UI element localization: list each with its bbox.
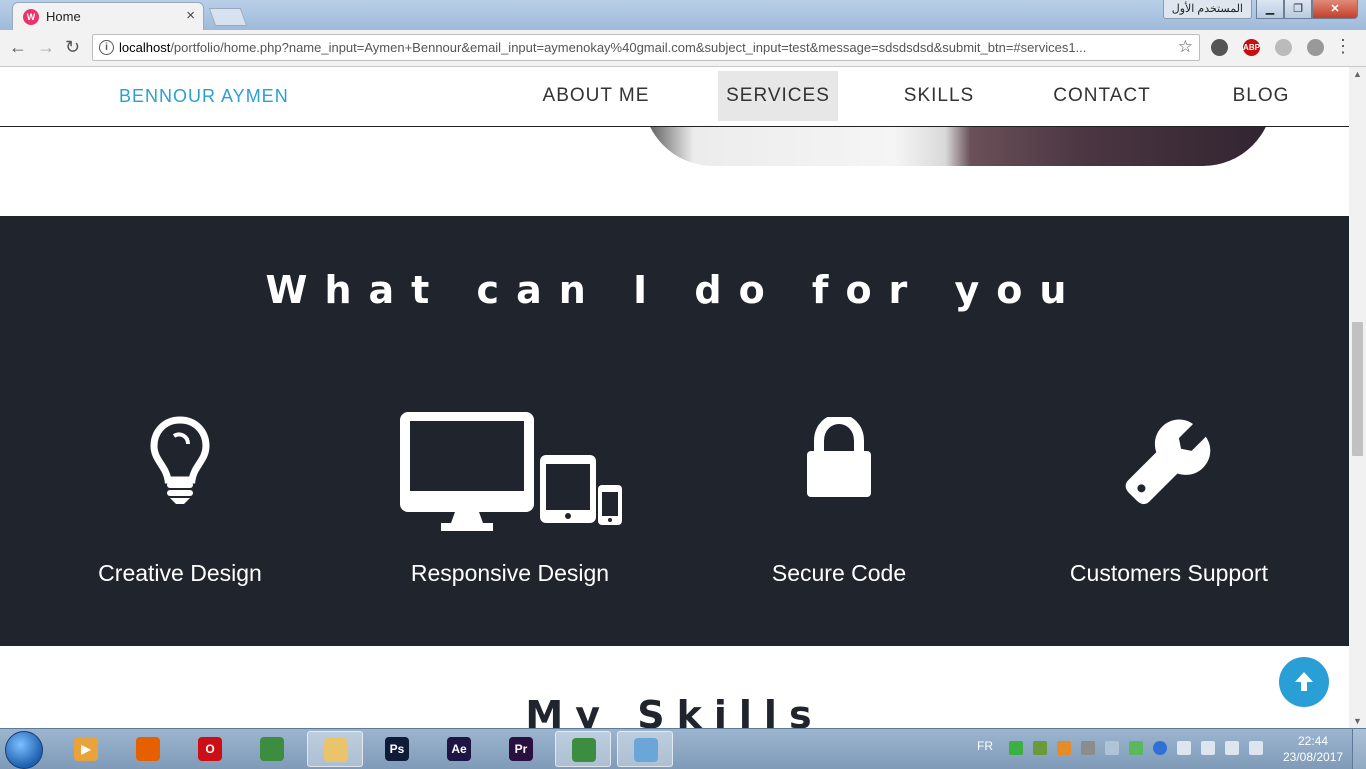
tray-link-icon[interactable] [1105,741,1119,755]
clock-time: 22:44 [1297,734,1329,748]
user-profile-badge[interactable]: المستخدم الأول [1162,0,1252,19]
services-section: What can I do for you Creative Design Re… [0,216,1349,646]
arrow-up-icon [1295,672,1313,691]
new-tab-button[interactable] [208,8,248,26]
signal-icon[interactable] [1201,741,1215,755]
tray-app-icon[interactable] [1009,741,1023,755]
taskbar-app-opera[interactable]: O [182,731,238,767]
windows-taskbar: ▶ O Ps Ae Pr FR 22:44 23/08/2017 [0,728,1366,769]
photoshop-icon: Ps [385,737,409,761]
scroll-up-arrow-icon[interactable]: ▲ [1353,69,1362,79]
service-label: Creative Design [98,560,262,586]
nav-contact[interactable]: CONTACT [1040,71,1164,121]
chrome-icon [260,737,284,761]
url-path: /portfolio/home.php?name_input=Aymen+Ben… [170,40,1087,55]
site-navbar: BENNOUR AYMEN ABOUT ME SERVICES SKILLS C… [0,67,1349,127]
tray-utorrent-icon[interactable] [1129,741,1143,755]
tray-avast-icon[interactable] [1057,741,1071,755]
info-icon[interactable]: i [99,40,114,55]
scroll-to-top-button[interactable] [1279,657,1329,707]
clock-date: 23/08/2017 [1283,750,1344,764]
tab-close-icon[interactable]: × [186,7,195,24]
taskbar-app-paint[interactable] [617,731,673,767]
start-button[interactable] [5,731,43,769]
back-button[interactable]: ← [9,37,27,58]
browser-tab[interactable]: W Home × [12,2,204,30]
tab-title: Home [46,9,81,24]
window-controls: المستخدم الأول ▁ ❐ ✕ [1162,0,1358,20]
reload-button[interactable]: ↻ [65,37,80,58]
chrome-active-icon [572,738,596,762]
url-text[interactable]: localhost/portfolio/home.php?name_input=… [119,40,1169,55]
page-scrollbar[interactable]: ▲ ▼ [1349,67,1366,728]
opera-icon: O [198,737,222,761]
action-center-icon[interactable] [1225,741,1239,755]
minimize-button[interactable]: ▁ [1256,0,1284,19]
volume-icon[interactable] [1177,741,1191,755]
bookmark-star-icon[interactable]: ☆ [1178,37,1193,57]
cloud-icon[interactable] [1307,39,1324,56]
scroll-down-arrow-icon[interactable]: ▼ [1353,716,1362,726]
address-bar[interactable]: i localhost/portfolio/home.php?name_inpu… [92,34,1200,61]
tray-network-share-icon[interactable] [1033,741,1047,755]
close-window-button[interactable]: ✕ [1312,0,1358,19]
firefox-icon [136,737,160,761]
tray-bolt-icon[interactable] [1153,741,1167,755]
tray-device-icon[interactable] [1081,741,1095,755]
taskbar-app-after-effects[interactable]: Ae [431,731,487,767]
nav-about-me[interactable]: ABOUT ME [528,71,664,121]
puzzle-icon[interactable] [1275,39,1292,56]
taskbar-clock[interactable]: 22:44 23/08/2017 [1283,733,1343,765]
service-label: Secure Code [771,560,907,586]
premiere-icon: Pr [509,737,533,761]
chrome-menu-icon[interactable]: ⋮ [1334,36,1352,57]
compass-icon[interactable] [1211,39,1228,56]
nav-skills[interactable]: SKILLS [894,71,984,121]
service-label: Customers Support [1069,560,1269,586]
paint-icon [634,738,658,762]
devices-icon [345,409,675,531]
browser-toolbar: ← → ↻ i localhost/portfolio/home.php?nam… [0,30,1366,67]
browser-titlebar: W Home × المستخدم الأول ▁ ❐ ✕ [0,0,1366,30]
taskbar-app-firefox[interactable] [120,731,176,767]
explorer-icon [324,738,348,762]
lock-icon [674,417,1004,499]
show-desktop-button[interactable] [1352,729,1366,769]
nav-blog[interactable]: BLOG [1219,71,1303,121]
services-title: What can I do for you [265,268,1084,312]
service-label: Responsive Design [410,560,610,586]
adblock-plus-icon[interactable]: ABP [1243,39,1260,56]
battery-icon[interactable] [1249,741,1263,755]
after-effects-icon: Ae [447,737,471,761]
brand-logo-link[interactable]: BENNOUR AYMEN [119,86,289,107]
taskbar-app-photoshop[interactable]: Ps [369,731,425,767]
nav-services[interactable]: SERVICES [718,71,838,121]
url-host: localhost [119,40,171,55]
scrollbar-thumb[interactable] [1352,322,1363,456]
skills-title: My Skills [525,693,824,728]
taskbar-app-explorer[interactable] [307,731,363,767]
language-indicator[interactable]: FR [977,739,993,753]
media-center-icon: ▶ [74,737,98,761]
forward-button[interactable]: → [37,37,55,58]
lightbulb-icon [15,416,345,506]
taskbar-app-chrome-active[interactable] [555,731,611,767]
page-viewport: BENNOUR AYMEN ABOUT ME SERVICES SKILLS C… [0,67,1349,728]
favicon-icon: W [23,9,39,25]
maximize-button[interactable]: ❐ [1284,0,1312,19]
taskbar-app-premiere[interactable]: Pr [493,731,549,767]
taskbar-app-media-center[interactable]: ▶ [58,731,114,767]
wrench-icon [1004,417,1334,513]
taskbar-app-chrome[interactable] [244,731,300,767]
